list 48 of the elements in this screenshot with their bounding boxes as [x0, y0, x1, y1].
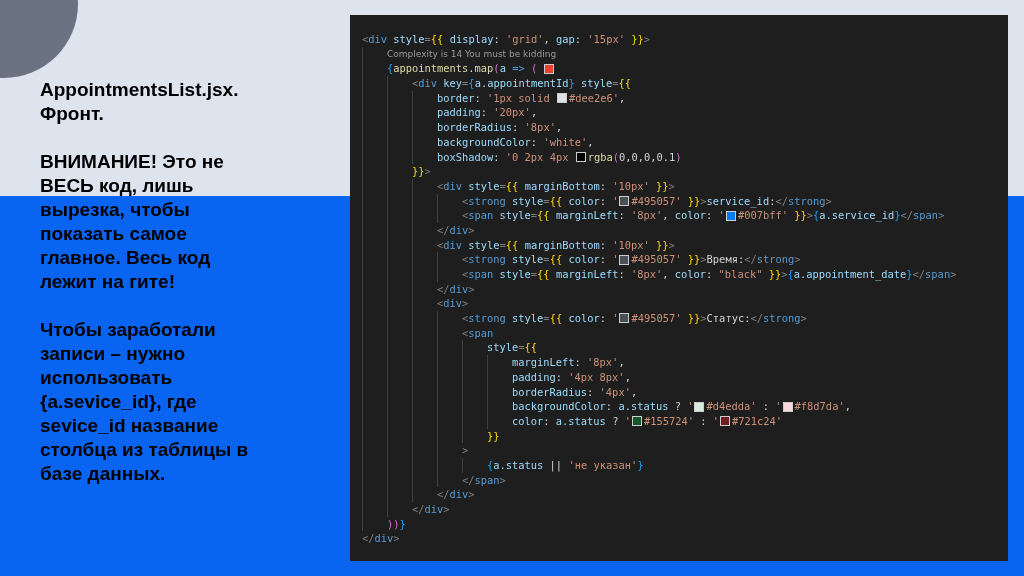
slide-title: AppointmentsList.jsx. Фронт. — [40, 78, 240, 126]
code-text: <div> — [437, 296, 469, 312]
code-text: <span style={{ marginLeft: '8px', color: ' — [462, 208, 725, 223]
code-text: <div style={{ marginBottom: '10px' }}> — [437, 178, 675, 194]
code-text: </div> — [412, 502, 450, 517]
code-text: <span — [462, 325, 494, 341]
code-text: #495057' }}>service_id:</strong> — [631, 193, 832, 209]
code-text: #155724' : ' — [643, 413, 720, 429]
code-text: <strong style={{ color: ' — [462, 252, 619, 267]
code-text: borderRadius: '8px', — [437, 120, 563, 135]
code-text: {a.status || 'не указан'} — [487, 457, 644, 473]
code-text: }}> — [412, 164, 431, 179]
code-text: <span style={{ marginLeft: '8px', color: "black" }}>{a.appointment_date}</span> — [462, 267, 957, 282]
code-text: <div style={{ display: 'grid', gap: '15px' }}> — [362, 32, 650, 47]
code-text: ))} — [387, 516, 406, 532]
code-text: backgroundColor: 'white', — [437, 134, 594, 150]
code-text: #007bff' }}>{a.service_id}</span> — [737, 208, 945, 223]
code-text: <div key={a.appointmentId} style={{ — [412, 76, 632, 91]
code-text: > — [462, 443, 469, 458]
code-text: #dee2e6', — [568, 90, 626, 106]
code-text: </div> — [362, 531, 400, 547]
code-text: marginLeft: '8px', — [512, 355, 625, 370]
code-text: border: '1px solid — [437, 90, 551, 106]
code-text: padding: '20px', — [437, 105, 538, 121]
code-text: </div> — [437, 487, 475, 502]
code-text: #495057' }}>Статус:</strong> — [631, 311, 807, 326]
code-text: }} — [487, 428, 500, 444]
code-text: <div style={{ marginBottom: '10px' }}> — [437, 237, 675, 253]
code-text: #f8d7da', — [794, 399, 851, 414]
slide-paragraph: ВНИМАНИЕ! Это не ВЕСЬ код, лишь вырезка, чтобы показать самое главное. Весь код лежит на гите! — [40, 150, 225, 294]
code-text: padding: '4px 8px', — [512, 369, 631, 385]
code-text: backgroundColor: a.status ? ' — [512, 399, 694, 414]
code-text: #d4edda' : ' — [706, 399, 782, 414]
code-text: <strong style={{ color: ' — [462, 311, 619, 326]
code-text: </div> — [437, 222, 475, 238]
code-text: borderRadius: '4px', — [512, 384, 638, 400]
code-text: </div> — [437, 281, 475, 297]
code-text: style={{ — [487, 340, 538, 356]
code-text: color: a.status ? ' — [512, 413, 631, 429]
code-text: </span> — [462, 472, 506, 488]
code-text: #721c24' — [732, 413, 783, 429]
code-text: #495057' }}>Время:</strong> — [631, 252, 801, 267]
code-text: boxShadow: '0 2px 4px — [437, 149, 570, 165]
slide-paragraph: Чтобы заработали записи – нужно использовать {a.sevice_id}, где sevice_id название столбца из таблицы в базе данных. — [40, 318, 250, 486]
code-text: <strong style={{ color: ' — [462, 193, 619, 209]
code-text: {appointments.map(a => ( — [387, 61, 539, 77]
codelens-hint: Complexity is 14 You must be kidding — [387, 47, 557, 61]
code-text: rgba(0,0,0,0.1) — [587, 149, 682, 165]
